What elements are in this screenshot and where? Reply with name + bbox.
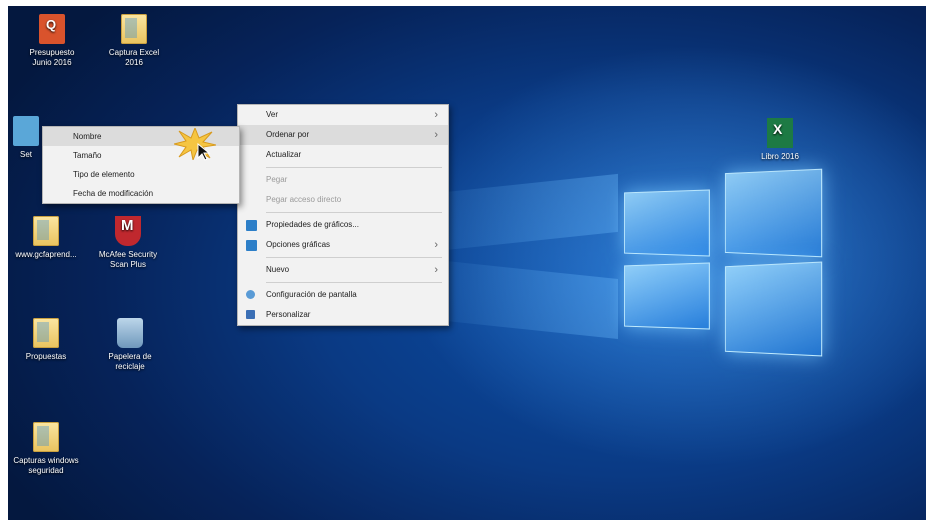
folder-icon: [33, 422, 59, 452]
document-icon: [39, 14, 65, 44]
icon-label: Capturas windows seguridad: [13, 456, 79, 475]
menu-item-personalizar[interactable]: Personalizar: [238, 305, 448, 325]
desktop-background[interactable]: Presupuesto Junio 2016 Captura Excel 201…: [8, 6, 926, 520]
personalize-icon: [246, 310, 255, 319]
menu-item-label: Tamaño: [73, 151, 102, 160]
menu-item-opciones-graficas[interactable]: Opciones gráficas ›: [238, 235, 448, 255]
desktop-icon-capturas-windows[interactable]: Capturas windows seguridad: [8, 422, 86, 476]
excel-icon: [767, 118, 793, 148]
menu-item-label: Pegar acceso directo: [266, 195, 342, 204]
menu-item-pegar[interactable]: Pegar: [238, 170, 448, 190]
folder-icon: [121, 14, 147, 44]
menu-item-label: Fecha de modificación: [73, 189, 154, 198]
icon-label: McAfee Security Scan Plus: [98, 250, 158, 269]
menu-separator: [266, 167, 442, 168]
menu-item-propiedades-graficos[interactable]: Propiedades de gráficos...: [238, 215, 448, 235]
menu-item-label: Tipo de elemento: [73, 170, 135, 179]
icon-label: Papelera de reciclaje: [108, 352, 152, 371]
menu-separator: [266, 257, 442, 258]
chevron-right-icon: ›: [434, 264, 438, 276]
sort-option-tipo[interactable]: Tipo de elemento: [43, 165, 239, 184]
chevron-right-icon: ›: [434, 239, 438, 251]
menu-item-label: Actualizar: [266, 150, 302, 159]
menu-item-label: Ordenar por: [266, 130, 310, 139]
mcafee-shield-icon: [115, 216, 141, 246]
sort-option-fecha[interactable]: Fecha de modificación: [43, 184, 239, 203]
desktop-icon-mcafee[interactable]: McAfee Security Scan Plus: [88, 216, 168, 270]
folder-icon: [33, 216, 59, 246]
folder-icon: [33, 318, 59, 348]
icon-label: www.gcfaprend...: [15, 250, 77, 259]
windows-logo-pane-tl: [624, 189, 710, 257]
menu-item-label: Propiedades de gráficos...: [266, 220, 359, 229]
menu-item-label: Ver: [266, 110, 279, 119]
menu-item-label: Pegar: [266, 175, 288, 184]
windows-logo-pane-bl: [624, 262, 710, 330]
menu-separator: [266, 212, 442, 213]
menu-item-ordenar-por[interactable]: Ordenar por ›: [238, 125, 448, 145]
desktop-icon-excel-file[interactable]: Libro 2016: [740, 118, 820, 162]
menu-item-configuracion-pantalla[interactable]: Configuración de pantalla: [238, 285, 448, 305]
windows-logo-pane-br: [724, 261, 823, 357]
mouse-pointer-icon: [197, 143, 211, 161]
menu-separator: [266, 282, 442, 283]
display-icon: [246, 290, 255, 299]
desktop-icon-gcfaprende[interactable]: www.gcfaprend...: [8, 216, 86, 260]
graphics-icon: [246, 240, 257, 251]
icon-label: Libro 2016: [761, 152, 799, 161]
menu-item-actualizar[interactable]: Actualizar: [238, 145, 448, 165]
menu-item-label: Configuración de pantalla: [266, 290, 357, 299]
desktop-icon-papelera[interactable]: Papelera de reciclaje: [90, 318, 170, 372]
settings-shortcut-icon: [13, 116, 39, 146]
menu-item-pegar-acceso-directo[interactable]: Pegar acceso directo: [238, 190, 448, 210]
graphics-icon: [246, 220, 257, 231]
menu-item-ver[interactable]: Ver ›: [238, 105, 448, 125]
desktop-icon-captura-excel[interactable]: Captura Excel 2016: [94, 14, 174, 68]
desktop-context-menu: Ver › Ordenar por › Actualizar Pegar Pegar…: [237, 104, 449, 326]
icon-label: Presupuesto Junio 2016: [29, 48, 75, 67]
icon-label: Captura Excel 2016: [108, 48, 160, 67]
desktop-icon-propuestas[interactable]: Propuestas: [8, 318, 86, 362]
menu-item-label: Nuevo: [266, 265, 290, 274]
desktop-icon-presupuesto[interactable]: Presupuesto Junio 2016: [12, 14, 92, 68]
menu-item-label: Nombre: [73, 132, 102, 141]
menu-item-label: Opciones gráficas: [266, 240, 331, 249]
chevron-right-icon: ›: [434, 129, 438, 141]
chevron-right-icon: ›: [434, 109, 438, 121]
icon-label: Propuestas: [25, 352, 67, 361]
menu-item-nuevo[interactable]: Nuevo ›: [238, 260, 448, 280]
menu-item-label: Personalizar: [266, 310, 311, 319]
windows-logo-pane-tr: [724, 168, 823, 258]
recycle-bin-icon: [117, 318, 143, 348]
